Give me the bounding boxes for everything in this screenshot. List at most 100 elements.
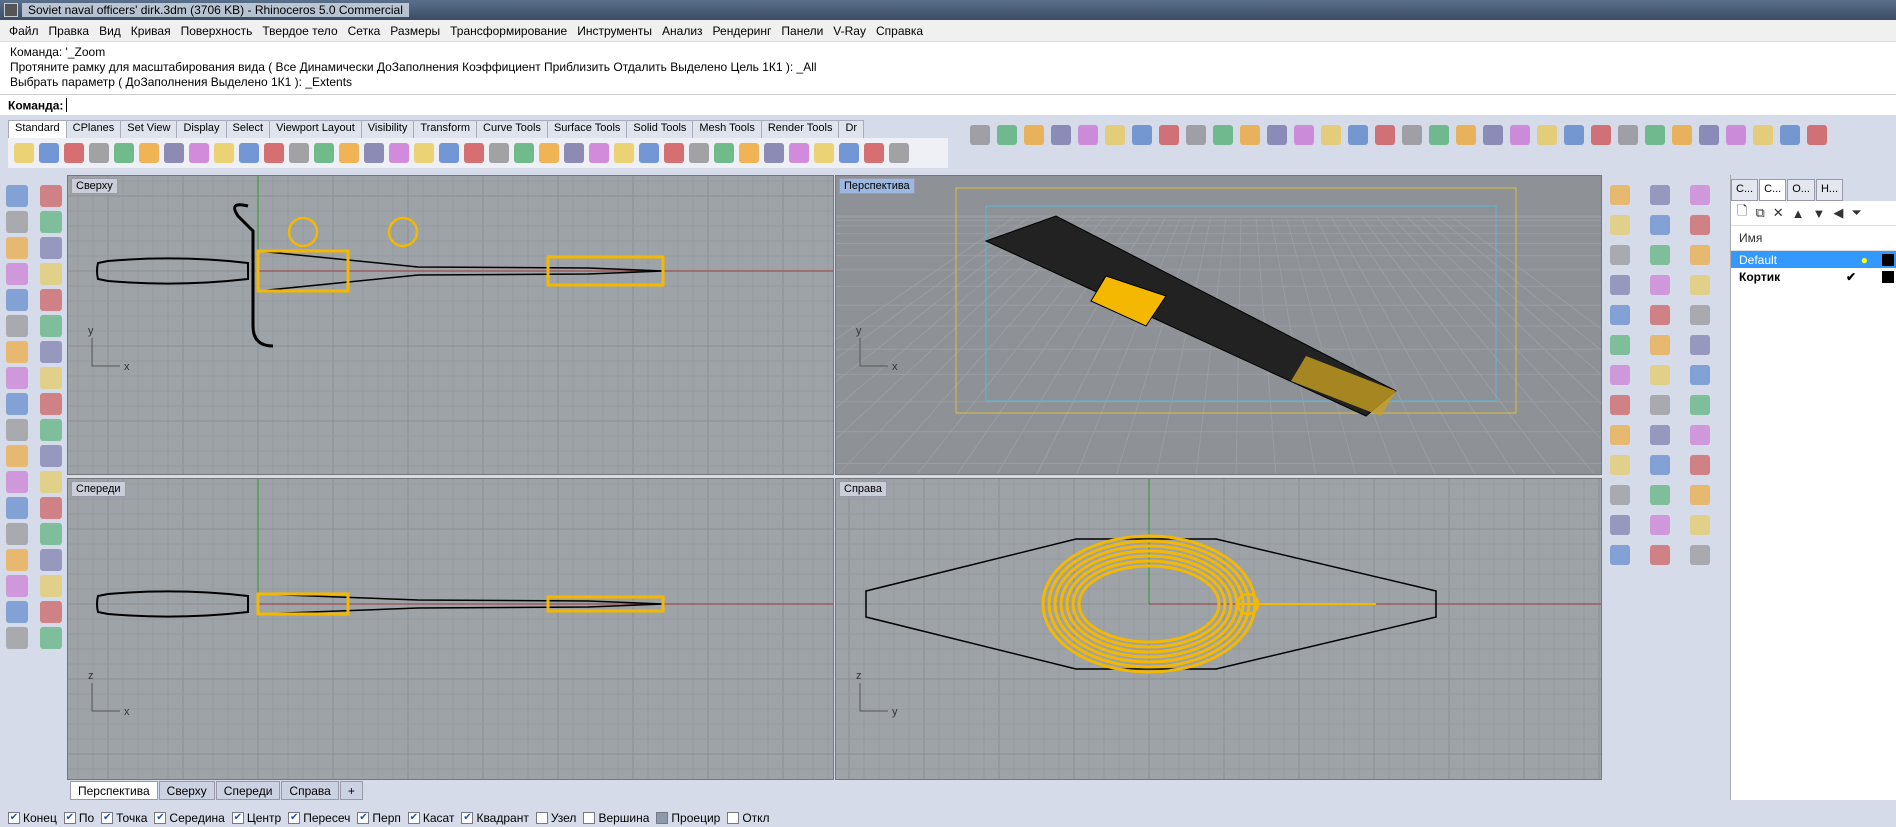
toolbar-button-icon[interactable]: [1186, 125, 1206, 145]
toolbar-button-icon[interactable]: [414, 143, 434, 163]
tool-icon[interactable]: [40, 237, 62, 259]
toolbar-button-icon[interactable]: [839, 143, 859, 163]
move-down-icon[interactable]: ▼: [1813, 206, 1826, 221]
tool-icon[interactable]: [6, 315, 28, 337]
tool-icon[interactable]: [6, 237, 28, 259]
viewport-tab[interactable]: Сверху: [158, 781, 215, 800]
tool-icon[interactable]: [1690, 245, 1710, 265]
toolbar-button-icon[interactable]: [814, 143, 834, 163]
toolbar-button-icon[interactable]: [89, 143, 109, 163]
toolbar-tab[interactable]: Visibility: [360, 120, 415, 138]
osnap-checkbox[interactable]: ✔: [461, 811, 474, 824]
toolbar-tab[interactable]: Solid Tools: [626, 120, 694, 138]
tool-icon[interactable]: [6, 289, 28, 311]
panel-tab-materials[interactable]: C...: [1731, 179, 1759, 201]
toolbar-button-icon[interactable]: [639, 143, 659, 163]
tool-icon[interactable]: [6, 185, 28, 207]
tool-icon[interactable]: [40, 393, 62, 415]
tool-icon[interactable]: [1610, 455, 1630, 475]
osnap-checkbox[interactable]: [727, 811, 740, 824]
toolbar-tab[interactable]: Transform: [413, 120, 478, 138]
panel-tab-help[interactable]: H...: [1815, 179, 1844, 201]
viewport-label[interactable]: Сверху: [71, 178, 118, 194]
tool-icon[interactable]: [1650, 185, 1670, 205]
tool-icon[interactable]: [1650, 275, 1670, 295]
toolbar-button-icon[interactable]: [1294, 125, 1314, 145]
viewport-label[interactable]: Перспектива: [839, 178, 915, 194]
toolbar-button-icon[interactable]: [464, 143, 484, 163]
menu-item[interactable]: V-Ray: [828, 24, 871, 38]
panel-tab-layers[interactable]: C...: [1759, 179, 1787, 201]
menu-item[interactable]: Рендеринг: [708, 24, 777, 38]
tool-icon[interactable]: [1690, 395, 1710, 415]
toolbar-button-icon[interactable]: [289, 143, 309, 163]
osnap-checkbox[interactable]: ✔: [407, 811, 420, 824]
tool-icon[interactable]: [1610, 545, 1630, 565]
tool-icon[interactable]: [40, 367, 62, 389]
toolbar-button-icon[interactable]: [1753, 125, 1773, 145]
toolbar-button-icon[interactable]: [314, 143, 334, 163]
osnap-8[interactable]: ✔ Квадрант: [461, 811, 529, 825]
copy-layer-icon[interactable]: ⧉: [1755, 205, 1764, 221]
toolbar-tab[interactable]: Display: [176, 120, 227, 138]
toolbar-button-icon[interactable]: [1375, 125, 1395, 145]
toolbar-button-icon[interactable]: [1591, 125, 1611, 145]
toolbar-tab[interactable]: Dr: [838, 120, 865, 138]
tool-icon[interactable]: [1610, 305, 1630, 325]
tool-icon[interactable]: [6, 263, 28, 285]
tool-icon[interactable]: [40, 185, 62, 207]
toolbar-tab[interactable]: Mesh Tools: [692, 120, 762, 138]
toolbar-button-icon[interactable]: [1024, 125, 1044, 145]
toolbar-button-icon[interactable]: [139, 143, 159, 163]
tool-icon[interactable]: [40, 549, 62, 571]
osnap-checkbox[interactable]: ✔: [154, 811, 167, 824]
viewport-perspective[interactable]: Перспектива x y: [835, 175, 1602, 475]
toolbar-button-icon[interactable]: [264, 143, 284, 163]
toolbar-button-icon[interactable]: [864, 143, 884, 163]
toolbar-tab[interactable]: Render Tools: [760, 120, 840, 138]
toolbar-button-icon[interactable]: [389, 143, 409, 163]
toolbar-button-icon[interactable]: [1537, 125, 1557, 145]
menu-item[interactable]: Справка: [871, 24, 928, 38]
osnap-3[interactable]: ✔ Середина: [154, 811, 225, 825]
tool-icon[interactable]: [1690, 515, 1710, 535]
osnap-0[interactable]: ✔ Конец: [8, 811, 57, 825]
viewport-right[interactable]: Справа y z: [835, 478, 1602, 780]
osnap-4[interactable]: ✔ Центр: [231, 811, 281, 825]
tool-icon[interactable]: [1650, 245, 1670, 265]
toolbar-button-icon[interactable]: [1807, 125, 1827, 145]
osnap-checkbox[interactable]: [656, 811, 669, 824]
toolbar-button-icon[interactable]: [1213, 125, 1233, 145]
toolbar-button-icon[interactable]: [1618, 125, 1638, 145]
osnap-10[interactable]: Вершина: [583, 811, 649, 825]
toolbar-button-icon[interactable]: [1726, 125, 1746, 145]
panel-tab-display[interactable]: O...: [1787, 179, 1815, 201]
tool-icon[interactable]: [1650, 365, 1670, 385]
toolbar-button-icon[interactable]: [1402, 125, 1422, 145]
menu-item[interactable]: Поверхность: [176, 24, 258, 38]
toolbar-button-icon[interactable]: [1240, 125, 1260, 145]
toolbar-button-icon[interactable]: [364, 143, 384, 163]
tool-icon[interactable]: [40, 341, 62, 363]
menu-item[interactable]: Размеры: [385, 24, 445, 38]
toolbar-button-icon[interactable]: [1645, 125, 1665, 145]
toolbar-button-icon[interactable]: [514, 143, 534, 163]
tool-icon[interactable]: [1610, 245, 1630, 265]
toolbar-button-icon[interactable]: [689, 143, 709, 163]
tool-icon[interactable]: [6, 497, 28, 519]
move-out-icon[interactable]: ◀: [1833, 205, 1843, 221]
toolbar-button-icon[interactable]: [1348, 125, 1368, 145]
toolbar-tab[interactable]: Set View: [120, 120, 178, 138]
viewport-front[interactable]: Спереди x z: [67, 478, 834, 780]
menu-item[interactable]: Инструменты: [572, 24, 657, 38]
tool-icon[interactable]: [1650, 215, 1670, 235]
osnap-1[interactable]: ✔ По: [63, 811, 94, 825]
tool-icon[interactable]: [40, 263, 62, 285]
toolbar-tab[interactable]: Standard: [8, 120, 67, 138]
toolbar-button-icon[interactable]: [664, 143, 684, 163]
menu-item[interactable]: Анализ: [657, 24, 708, 38]
tool-icon[interactable]: [40, 419, 62, 441]
tool-icon[interactable]: [6, 211, 28, 233]
menu-item[interactable]: Твердое тело: [257, 24, 342, 38]
toolbar-button-icon[interactable]: [589, 143, 609, 163]
